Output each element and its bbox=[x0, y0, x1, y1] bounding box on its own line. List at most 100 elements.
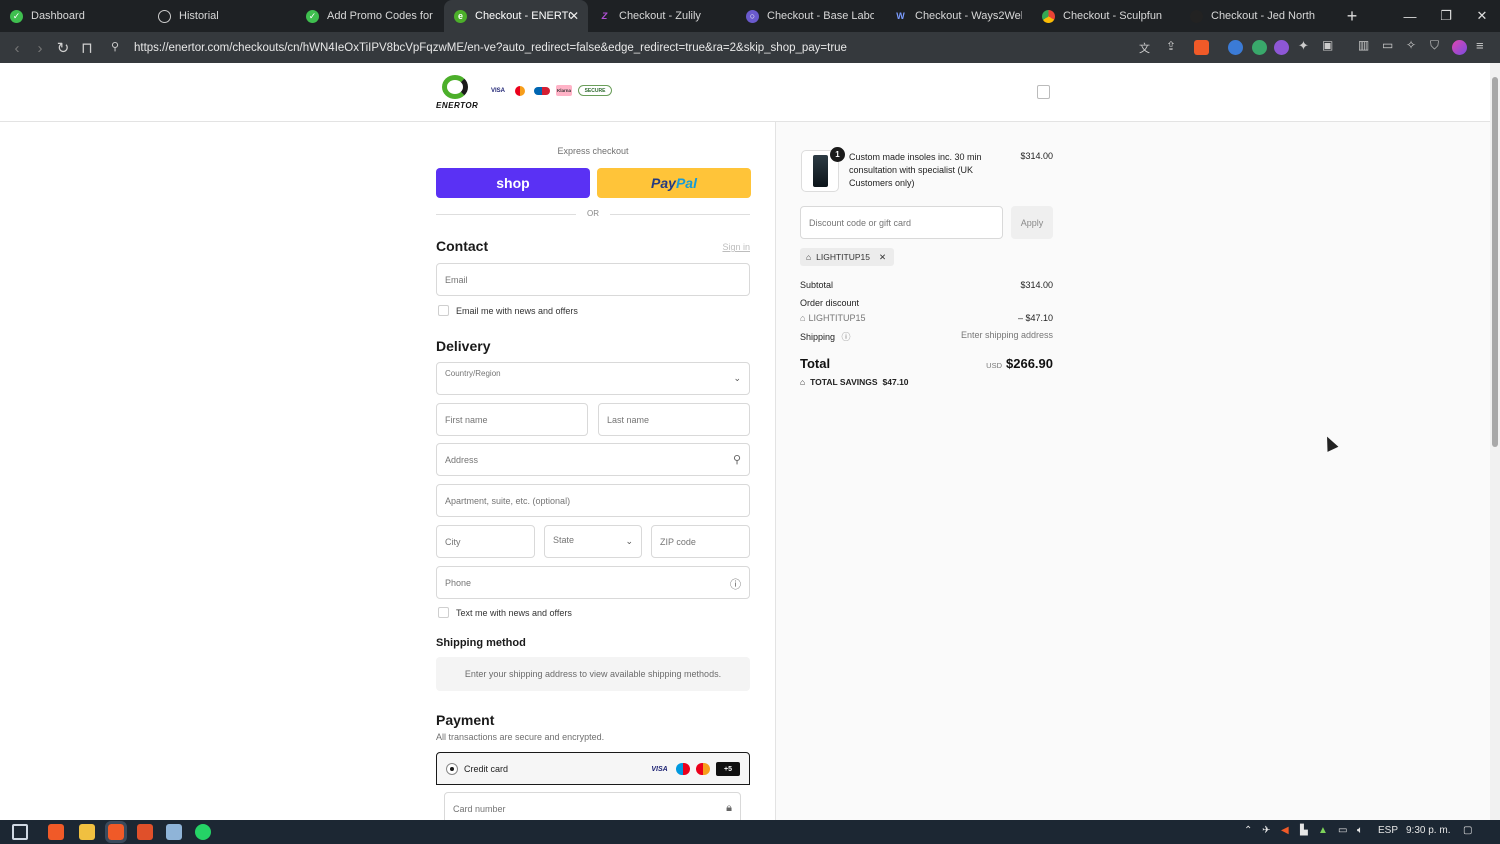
last-name-field[interactable]: Last name bbox=[598, 403, 750, 436]
tab-add-promo-codes[interactable]: ✓ Add Promo Codes for Ene bbox=[296, 0, 444, 32]
paypal-button[interactable]: Pay Pal bbox=[597, 168, 751, 198]
shipping-method-title: Shipping method bbox=[436, 637, 526, 649]
forward-icon[interactable]: › bbox=[28, 36, 52, 60]
network-icon[interactable]: ▭ bbox=[1338, 825, 1347, 836]
tab-label: Checkout - Sculpfun bbox=[1063, 10, 1163, 22]
notepad-icon[interactable] bbox=[166, 824, 182, 840]
close-tab-icon[interactable]: ✕ bbox=[569, 9, 579, 23]
state-select[interactable]: State ⌄ bbox=[544, 525, 642, 558]
state-placeholder: State bbox=[553, 535, 575, 545]
extensions-puzzle-icon[interactable]: ✦ bbox=[1298, 38, 1309, 54]
screenshot-icon[interactable]: ▣ bbox=[1322, 38, 1333, 52]
tab-checkout-zulily[interactable]: Z Checkout - Zulily bbox=[588, 0, 736, 32]
discount-code-field[interactable]: Discount code or gift card bbox=[800, 206, 1003, 239]
tray-app-icon[interactable]: ▲ bbox=[1318, 825, 1328, 836]
clock[interactable]: 9:30 p. m. bbox=[1406, 825, 1450, 836]
menu-icon[interactable]: ≡ bbox=[1476, 38, 1484, 53]
whatsapp-icon[interactable] bbox=[195, 824, 211, 840]
text-news-checkbox[interactable]: Text me with news and offers bbox=[438, 607, 572, 618]
radio-selected-icon[interactable] bbox=[446, 763, 458, 775]
credit-card-option[interactable]: Credit card VISA +5 bbox=[436, 752, 750, 785]
translate-icon[interactable]: 文 bbox=[1139, 40, 1150, 56]
tray-expand-icon[interactable]: ⌃ bbox=[1244, 825, 1252, 836]
chevron-down-icon: ⌄ bbox=[625, 536, 633, 546]
vpn-extension-icon[interactable] bbox=[1228, 40, 1243, 55]
tab-checkout-sculpfun[interactable]: Checkout - Sculpfun bbox=[1032, 0, 1180, 32]
remove-discount-icon[interactable]: ✕ bbox=[879, 252, 886, 263]
start-menu-icon[interactable] bbox=[12, 824, 28, 840]
wallet-icon[interactable]: ▭ bbox=[1382, 38, 1393, 52]
city-field[interactable]: City bbox=[436, 525, 535, 558]
tab-historial[interactable]: Historial bbox=[148, 0, 296, 32]
bookmark-icon[interactable]: ⊓ bbox=[75, 36, 99, 60]
new-tab-button[interactable]: + bbox=[1338, 2, 1366, 30]
tab-dashboard[interactable]: ✓ Dashboard bbox=[0, 0, 148, 32]
address-bar[interactable]: ⚲ https://enertor.com/checkouts/cn/hWN4I… bbox=[106, 35, 1216, 60]
reload-icon[interactable]: ↻ bbox=[51, 36, 75, 60]
scrollbar-thumb[interactable] bbox=[1492, 77, 1498, 447]
mastercard-icon bbox=[696, 763, 710, 775]
tray-app-icon[interactable]: ✈ bbox=[1262, 825, 1270, 836]
checkbox-icon[interactable] bbox=[438, 607, 449, 618]
country-placeholder: Country/Region bbox=[445, 369, 501, 378]
sign-in-link[interactable]: Sign in bbox=[700, 242, 750, 252]
tab-checkout-ways2well[interactable]: W Checkout - Ways2Well bbox=[884, 0, 1032, 32]
tab-checkout-enertor[interactable]: e Checkout - ENERTOR ✕ bbox=[444, 0, 588, 32]
order-discount-label: Order discount bbox=[800, 298, 860, 308]
apartment-field[interactable]: Apartment, suite, etc. (optional) bbox=[436, 484, 750, 517]
cart-bag-icon[interactable] bbox=[1037, 85, 1050, 99]
brave-taskbar-icon[interactable] bbox=[105, 821, 127, 843]
email-field[interactable]: Email bbox=[436, 263, 750, 296]
order-summary-column: 1 Custom made insoles inc. 30 min consul… bbox=[775, 122, 1490, 820]
tab-favicon-icon: ✓ bbox=[306, 9, 319, 23]
checkbox-icon[interactable] bbox=[438, 305, 449, 316]
product-price: $314.00 bbox=[1020, 151, 1053, 161]
product-image bbox=[813, 155, 828, 187]
extension-icon[interactable] bbox=[1274, 40, 1289, 55]
site-settings-icon[interactable]: ⚲ bbox=[111, 40, 119, 53]
shop-pay-button[interactable]: shop bbox=[436, 168, 590, 198]
page-scrollbar[interactable] bbox=[1490, 63, 1500, 820]
leo-ai-icon[interactable]: ✧ bbox=[1406, 38, 1416, 52]
notifications-icon[interactable]: ▢ bbox=[1463, 825, 1472, 836]
vpn-icon[interactable]: ⛉ bbox=[1430, 38, 1439, 53]
country-select[interactable]: Country/Region ⌄ bbox=[436, 362, 750, 395]
tab-checkout-base[interactable]: ○ Checkout - Base Laborator bbox=[736, 0, 884, 32]
total-row: Total USD $266.90 bbox=[800, 356, 1053, 371]
enertor-logo[interactable]: ENERTOR bbox=[436, 75, 478, 111]
windows-taskbar: ⌃ ✈ ◀ ▙ ▲ ▭ 🔈︎ ESP 9:30 p. m. ▢ bbox=[0, 820, 1500, 844]
help-circle-icon[interactable]: ⓘ bbox=[730, 576, 741, 592]
volume-icon[interactable]: 🔈︎ bbox=[1357, 825, 1363, 836]
back-icon[interactable]: ‹ bbox=[5, 36, 29, 60]
file-explorer-icon[interactable] bbox=[79, 824, 95, 840]
first-name-field[interactable]: First name bbox=[436, 403, 588, 436]
close-window-icon[interactable]: ✕ bbox=[1464, 0, 1500, 32]
share-icon[interactable]: ⇪ bbox=[1166, 39, 1176, 53]
zip-placeholder: ZIP code bbox=[660, 537, 696, 547]
brave-shield-icon[interactable] bbox=[1194, 40, 1209, 55]
email-news-checkbox[interactable]: Email me with news and offers bbox=[438, 305, 578, 316]
phone-field[interactable]: Phone ⓘ bbox=[436, 566, 750, 599]
sidebar-icon[interactable]: ▥ bbox=[1358, 38, 1369, 52]
language-indicator[interactable]: ESP bbox=[1378, 825, 1398, 836]
history-icon bbox=[158, 9, 171, 23]
address-field[interactable]: Address ⚲ bbox=[436, 443, 750, 476]
card-number-field[interactable]: Card number 🔒︎ bbox=[444, 792, 741, 820]
profile-avatar-icon[interactable] bbox=[1452, 40, 1467, 55]
brave-taskbar-icon[interactable] bbox=[48, 824, 64, 840]
brave-taskbar-icon[interactable] bbox=[137, 824, 153, 840]
applied-code-label: LIGHTITUP15 bbox=[816, 252, 870, 262]
discount-value: – $47.10 bbox=[1017, 313, 1053, 323]
shipping-label: Shipping bbox=[800, 332, 836, 342]
restore-icon[interactable]: ❐ bbox=[1428, 0, 1464, 32]
help-circle-icon[interactable]: ⓘ bbox=[842, 332, 851, 342]
zulily-favicon-icon: Z bbox=[601, 11, 608, 21]
tray-app-icon[interactable]: ◀ bbox=[1281, 825, 1289, 836]
tab-label: Checkout - Base Laborator bbox=[767, 10, 874, 22]
zip-field[interactable]: ZIP code bbox=[651, 525, 750, 558]
extension-icon[interactable] bbox=[1252, 40, 1267, 55]
minimize-icon[interactable]: — bbox=[1392, 0, 1428, 32]
tab-checkout-jed-north[interactable]: Checkout - Jed North bbox=[1180, 0, 1328, 32]
tray-app-icon[interactable]: ▙ bbox=[1300, 825, 1308, 836]
apply-button[interactable]: Apply bbox=[1011, 206, 1053, 239]
